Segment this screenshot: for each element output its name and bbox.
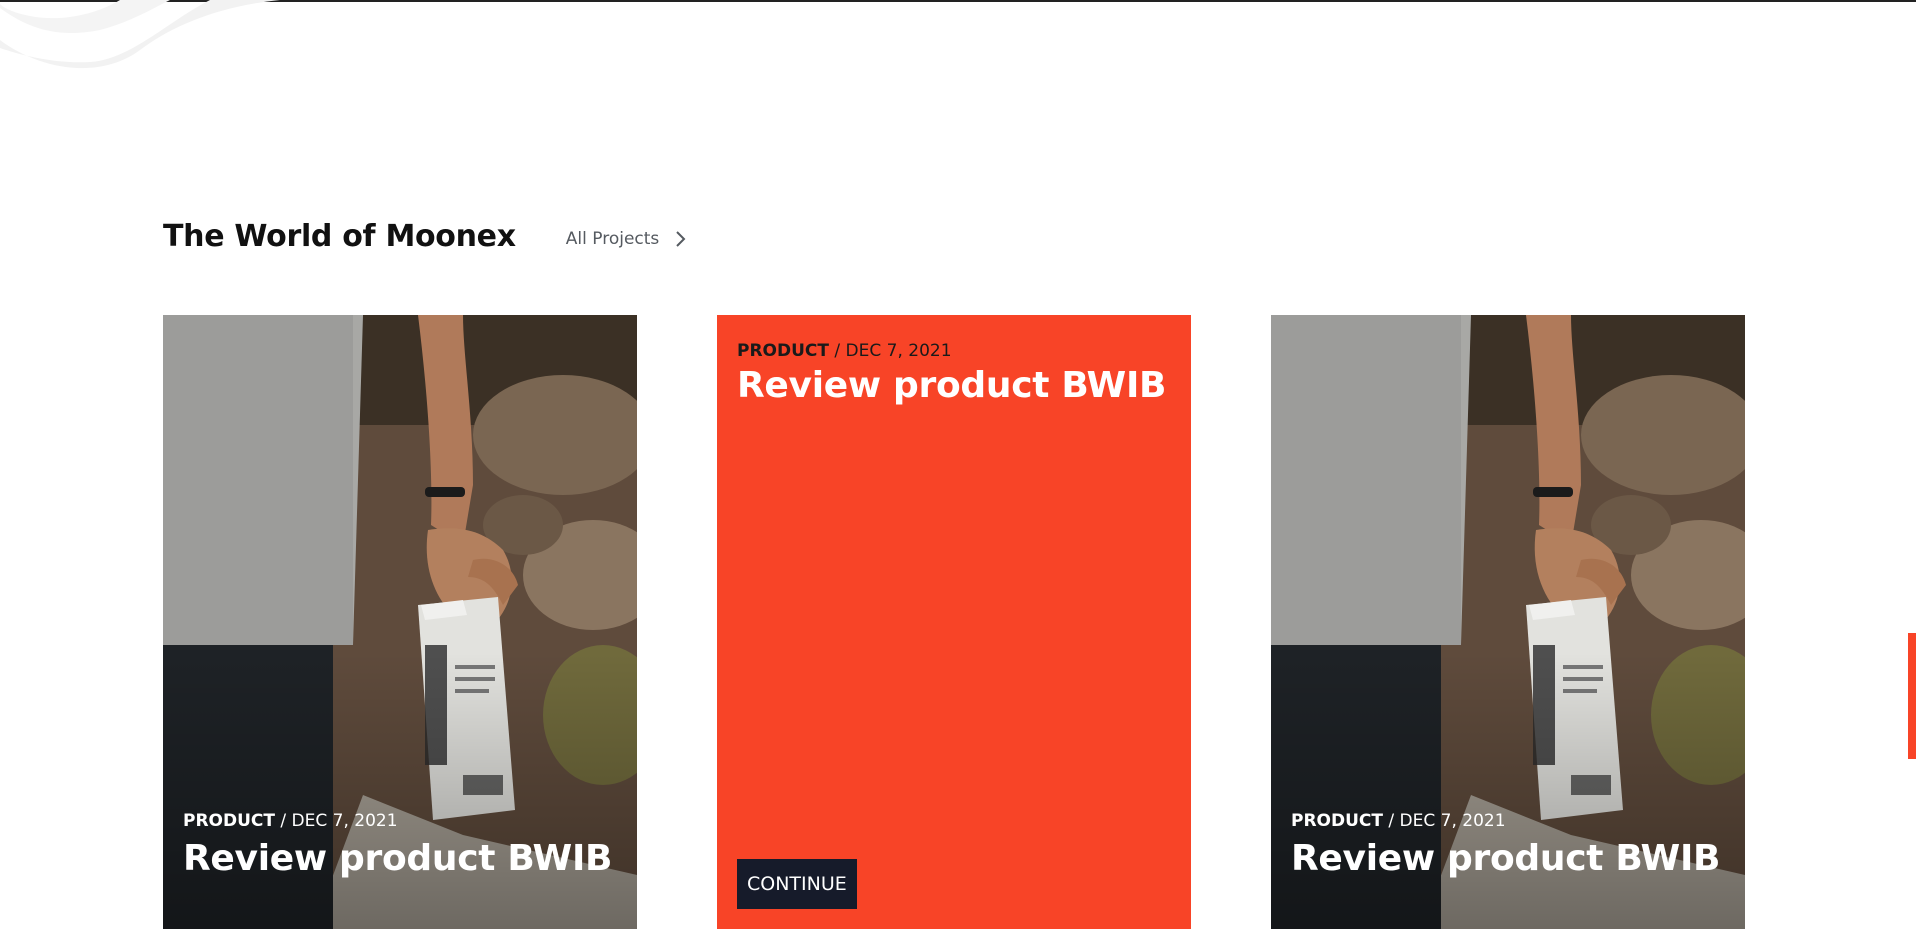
card-title[interactable]: Review product BWIB bbox=[1291, 838, 1721, 879]
project-card[interactable]: PRODUCT / DEC 7, 2021 Review product BWI… bbox=[1271, 315, 1745, 929]
card-category: PRODUCT bbox=[1291, 811, 1383, 831]
section-title: The World of Moonex bbox=[163, 218, 516, 254]
card-date: DEC 7, 2021 bbox=[291, 811, 398, 831]
meta-separator: / bbox=[829, 341, 846, 361]
meta-separator: / bbox=[275, 811, 292, 831]
all-projects-link[interactable]: All Projects bbox=[566, 229, 688, 249]
card-date: DEC 7, 2021 bbox=[845, 341, 952, 361]
chevron-right-icon bbox=[676, 231, 686, 247]
all-projects-label: All Projects bbox=[565, 229, 660, 249]
meta-separator: / bbox=[1383, 811, 1400, 831]
project-card[interactable]: PRODUCT / DEC 7, 2021 Review product BWI… bbox=[163, 315, 637, 929]
section-header: The World of Moonex All Projects bbox=[163, 214, 687, 258]
project-card-featured[interactable]: PRODUCT / DEC 7, 2021 Review product BWI… bbox=[717, 315, 1191, 929]
photo-overlay bbox=[163, 315, 637, 929]
card-title[interactable]: Review product BWIB bbox=[183, 838, 613, 879]
card-category: PRODUCT bbox=[737, 341, 829, 361]
photo-overlay bbox=[1271, 315, 1745, 929]
card-category: PRODUCT bbox=[183, 811, 275, 831]
page: The World of Moonex All Projects PRODUCT… bbox=[0, 0, 1916, 943]
scroll-indicator[interactable] bbox=[1908, 633, 1916, 759]
continue-button[interactable]: CONTINUE bbox=[737, 859, 857, 909]
decorative-swoosh bbox=[0, 0, 280, 69]
card-meta: PRODUCT / DEC 7, 2021 bbox=[737, 341, 952, 361]
card-date: DEC 7, 2021 bbox=[1399, 811, 1506, 831]
card-meta: PRODUCT / DEC 7, 2021 bbox=[183, 811, 398, 831]
card-title[interactable]: Review product BWIB bbox=[737, 365, 1167, 406]
card-meta: PRODUCT / DEC 7, 2021 bbox=[1291, 811, 1506, 831]
